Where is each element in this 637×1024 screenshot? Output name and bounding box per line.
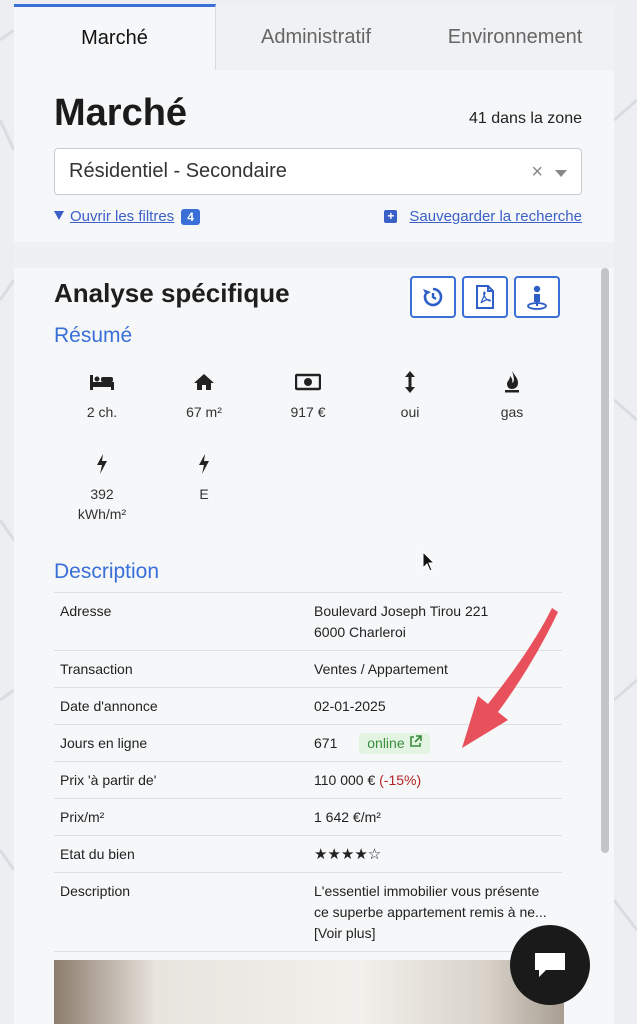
external-link-icon [409,735,422,747]
chat-icon [535,953,565,977]
side-panel: Marché Administratif Environnement March… [14,4,614,1024]
bolt-icon [97,454,107,474]
price-value: 110 000 € (-15%) [308,761,562,799]
summary-heading: Résumé [54,324,133,347]
table-row: Prix 'à partir de' 110 000 € (-15%) [54,761,562,799]
address-label: Adresse [54,592,308,651]
feature-surface-value: 67 m² [186,404,222,420]
category-select[interactable]: Résidentiel - Secondaire × [54,148,582,195]
fire-icon [505,371,519,393]
condition-rating: ★★★★☆ [308,835,562,873]
days-online-value: 671 online [308,724,562,762]
clear-icon[interactable]: × [531,161,543,184]
category-select-value: Résidentiel - Secondaire [69,160,287,182]
transaction-value: Ventes / Appartement [308,650,562,688]
property-photo[interactable] [54,960,564,1024]
price-amount: 110 000 € [314,772,376,788]
open-filters-link[interactable]: Ouvrir les filtres 4 [70,208,200,225]
open-filters-label: Ouvrir les filtres [70,208,175,225]
tab-environnement[interactable]: Environnement [416,4,614,70]
filter-count-badge: 4 [181,208,200,225]
feature-energy-consumption-value: 392 kWh/m² [77,486,127,522]
section-separator [14,242,614,268]
feature-heating-value: gas [500,404,524,420]
tab-marche[interactable]: Marché [14,4,216,70]
feature-elevator: oui [360,370,460,422]
price-m2-value: 1 642 €/m² [308,798,562,836]
scrollbar[interactable] [601,268,609,853]
person-location-button[interactable] [514,276,560,318]
filter-icon [54,211,64,220]
days-online-number: 671 [314,735,338,751]
page-title: Marché [54,92,188,134]
bolt-icon [199,454,209,474]
condition-label: Etat du bien [54,835,308,873]
online-label: online [367,735,405,751]
save-search-label: Sauvegarder la recherche [409,208,582,225]
pdf-icon [476,285,494,309]
date-label: Date d'annonce [54,687,308,725]
chat-button[interactable] [510,925,590,1005]
feature-energy-class-value: E [199,486,209,502]
person-pin-icon [527,285,547,310]
home-icon [194,374,214,390]
table-row: Description L'essentiel immobilier vous … [54,872,562,952]
analysis-title: Analyse spécifique [54,278,290,308]
feature-energy-consumption: 392 kWh/m² [52,452,152,524]
description-heading: Description [54,560,160,583]
date-value: 02-01-2025 [308,687,562,725]
bed-icon [90,375,114,390]
zone-count: 41 dans la zone [469,110,582,127]
price-label: Prix 'à partir de' [54,761,308,799]
mouse-cursor-icon [422,551,436,572]
table-row: Adresse Boulevard Joseph Tirou 221 6000 … [54,592,562,651]
feature-price-value: 917 € [290,404,326,420]
property-details-table: Adresse Boulevard Joseph Tirou 221 6000 … [54,592,562,952]
transaction-label: Transaction [54,650,308,688]
feature-bedrooms: 2 ch. [52,370,152,422]
vertical-arrows-icon [405,371,415,393]
table-row: Transaction Ventes / Appartement [54,650,562,688]
days-online-label: Jours en ligne [54,724,308,762]
price-m2-label: Prix/m² [54,798,308,836]
feature-heating: gas [462,370,562,422]
pdf-button[interactable] [462,276,508,318]
price-change: (-15%) [379,772,422,788]
feature-energy-class: E [154,452,254,504]
history-button[interactable] [410,276,456,318]
star-rating: ★★★★☆ [314,845,382,863]
feature-surface: 67 m² [154,370,254,422]
description-label: Description [54,872,308,952]
money-icon [295,373,321,391]
address-value: Boulevard Joseph Tirou 221 6000 Charlero… [308,592,562,651]
address-line1: Boulevard Joseph Tirou 221 [314,603,489,619]
feature-price: 917 € [258,370,358,422]
address-line2: 6000 Charleroi [314,624,406,640]
table-row: Prix/m² 1 642 €/m² [54,798,562,836]
online-link[interactable]: online [359,733,430,754]
feature-bedrooms-value: 2 ch. [86,404,118,420]
table-row: Date d'annonce 02-01-2025 [54,687,562,725]
see-more-link[interactable]: [Voir plus] [314,925,375,941]
history-icon [423,287,443,307]
table-row: Jours en ligne 671 online [54,724,562,762]
chevron-down-icon[interactable] [555,170,567,177]
filters-row: Ouvrir les filtres 4 + Sauvegarder la re… [54,208,582,228]
feature-elevator-value: oui [400,404,420,420]
tab-bar: Marché Administratif Environnement [14,4,614,70]
save-search-link[interactable]: + Sauvegarder la recherche [384,208,582,225]
table-row: Etat du bien ★★★★☆ [54,835,562,873]
plus-icon: + [384,210,398,223]
description-text: L'essentiel immobilier vous présente ce … [314,883,547,920]
tab-administratif[interactable]: Administratif [216,4,416,70]
